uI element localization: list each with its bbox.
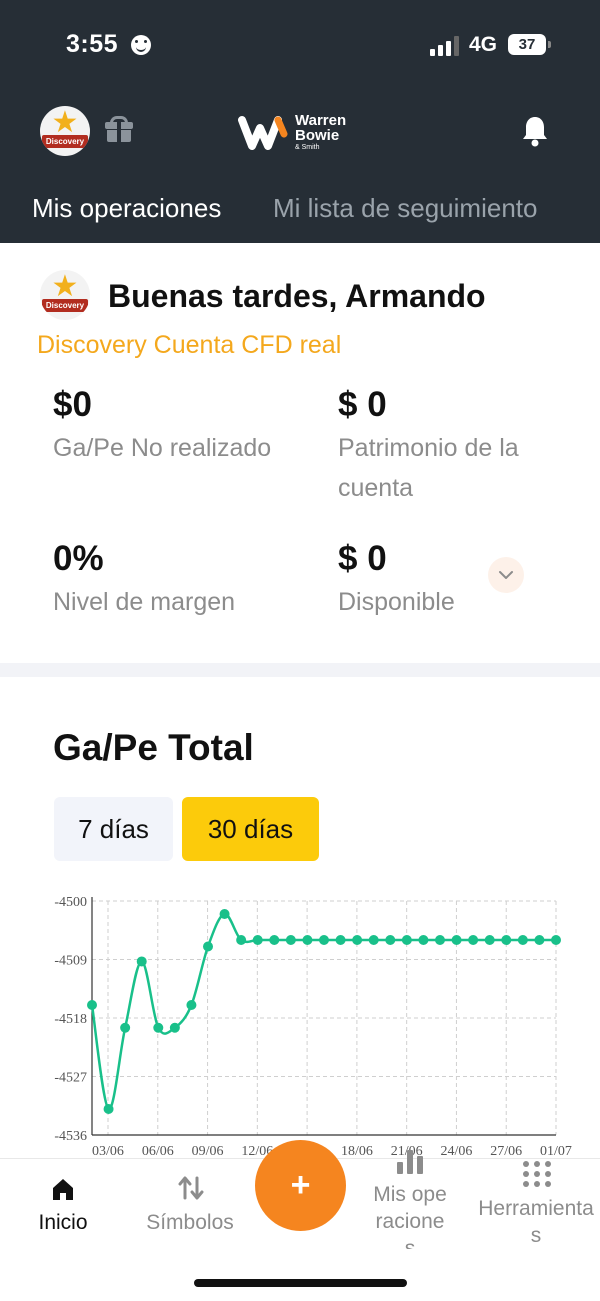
tab-mi-lista-de-seguimiento[interactable]: Mi lista de seguimiento	[273, 192, 537, 224]
swap-arrows-icon	[178, 1176, 204, 1200]
data-point	[236, 935, 247, 945]
data-point	[319, 935, 329, 945]
data-point	[87, 1000, 97, 1010]
cellular-signal-icon	[430, 36, 462, 56]
badge-ribbon: Discovery	[42, 135, 88, 148]
section-divider	[0, 663, 600, 677]
total-pl-line-chart: -4500 -4509 -4518 -4527 -4536 03/06 06/06 09/06…	[54, 895, 572, 1159]
data-point	[285, 935, 296, 945]
expand-metrics-button[interactable]	[488, 557, 524, 593]
x-tick-label: 01/07	[540, 1144, 572, 1159]
data-point	[484, 935, 495, 945]
star-icon: ★	[51, 106, 79, 139]
notification-bell-icon[interactable]	[520, 114, 550, 148]
nav-label-simbolos: Símbolos	[146, 1211, 234, 1234]
y-tick-label: -4518	[54, 1012, 87, 1027]
warren-bowie-logo-icon	[238, 116, 288, 150]
gift-icon[interactable]	[105, 116, 133, 142]
x-tick-label: 27/06	[490, 1144, 522, 1159]
discovery-level-badge-icon: ★ Discovery	[40, 270, 90, 320]
data-point	[418, 935, 429, 945]
nav-label-mis-operaciones: Mis operaciones	[373, 1183, 447, 1249]
equity-value: $ 0	[338, 385, 387, 424]
chart-title: Ga/Pe Total	[53, 727, 254, 768]
data-point	[103, 1104, 114, 1114]
y-tick-label: -4509	[54, 954, 87, 969]
nav-label-inicio: Inicio	[38, 1211, 88, 1234]
data-point	[517, 935, 528, 945]
brand-name: Warren Bowie & Smith	[295, 113, 346, 152]
range-30-days-button[interactable]: 30 días	[182, 797, 319, 861]
unrealized-pl-label: Ga/Pe No realizado	[53, 434, 272, 462]
home-icon	[53, 1179, 73, 1200]
plus-icon: +	[290, 1166, 311, 1204]
new-order-fab-button[interactable]: +	[255, 1140, 346, 1231]
data-point	[451, 935, 462, 945]
data-point	[269, 935, 280, 945]
data-point	[203, 941, 213, 952]
data-point	[169, 1022, 180, 1033]
data-point	[401, 935, 412, 945]
x-tick-label: 18/06	[341, 1144, 373, 1159]
data-point	[120, 1022, 131, 1033]
available-label: Disponible	[338, 588, 455, 616]
star-icon: ★	[51, 270, 79, 303]
data-point	[302, 935, 313, 945]
brand-line-2: Bowie	[295, 127, 340, 144]
data-point	[534, 935, 545, 945]
discovery-badge-icon[interactable]: ★ Discovery	[40, 106, 90, 156]
status-time: 3:55	[66, 30, 119, 58]
x-tick-label: 06/06	[142, 1144, 174, 1159]
data-point	[335, 935, 346, 945]
equity-label: Patrimonio de la cuenta	[338, 434, 519, 502]
data-point	[468, 935, 479, 945]
network-type: 4G	[469, 33, 498, 56]
y-tick-label: -4527	[54, 1071, 87, 1086]
data-point	[501, 935, 512, 945]
status-bar: 3:55 4G 37	[0, 0, 600, 90]
home-indicator	[194, 1279, 407, 1287]
range-7-days-button[interactable]: 7 días	[54, 797, 173, 861]
data-point	[435, 935, 445, 945]
y-tick-label: -4536	[54, 1129, 87, 1144]
x-tick-label: 24/06	[440, 1144, 472, 1159]
chevron-down-icon	[499, 571, 513, 579]
data-point	[136, 956, 147, 967]
available-value: $ 0	[338, 539, 387, 578]
margin-level-label: Nivel de margen	[53, 588, 236, 616]
data-point	[352, 935, 363, 945]
data-point	[186, 1000, 197, 1010]
focus-smiley-icon	[131, 35, 151, 55]
bar-chart-icon	[397, 1150, 423, 1174]
data-point	[551, 935, 561, 945]
data-point	[385, 935, 396, 945]
greeting-text: Buenas tardes, Armando	[108, 278, 486, 314]
x-tick-label: 03/06	[92, 1144, 124, 1159]
tab-mis-operaciones[interactable]: Mis operaciones	[32, 192, 221, 224]
brand-sub: & Smith	[295, 144, 320, 151]
account-type-link[interactable]: Discovery Cuenta CFD real	[37, 331, 341, 360]
grid-dots-icon	[523, 1161, 551, 1187]
data-point	[219, 909, 230, 919]
nav-label-herramientas: Herramientas	[478, 1197, 594, 1247]
data-point	[252, 935, 263, 945]
y-tick-label: -4500	[54, 895, 87, 910]
data-point	[368, 935, 379, 945]
x-tick-label: 09/06	[192, 1144, 224, 1159]
badge-ribbon: Discovery	[42, 299, 88, 312]
unrealized-pl-value: $0	[53, 385, 92, 424]
data-point	[153, 1022, 164, 1033]
margin-level-value: 0%	[53, 539, 104, 578]
top-header: 3:55 4G 37 ★ Discovery Warren Bowie & Sm…	[0, 0, 600, 243]
battery-icon: 37	[508, 34, 551, 55]
